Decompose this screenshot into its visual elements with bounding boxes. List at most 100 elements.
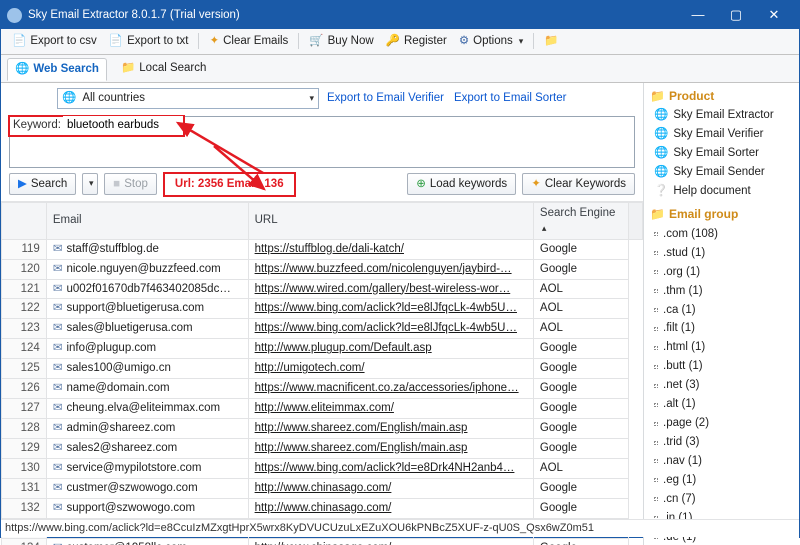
cell-url[interactable]: https://www.bing.com/aclick?ld=e8Drk4NH2… xyxy=(248,458,533,478)
cell-url[interactable]: https://www.wired.com/gallery/best-wirel… xyxy=(248,279,533,299)
vertical-scrollbar[interactable] xyxy=(628,202,642,239)
table-row[interactable]: 123✉sales@bluetigerusa.comhttps://www.bi… xyxy=(2,319,643,339)
keyword-textarea[interactable]: Keyword: xyxy=(9,116,635,168)
buy-now-label: Buy Now xyxy=(328,34,374,49)
group-item[interactable]: .page (2) xyxy=(654,414,799,433)
search-dropdown-button[interactable]: ▾ xyxy=(82,173,98,195)
export-txt-button[interactable]: 📄Export to txt xyxy=(104,32,194,51)
group-label: .html (1) xyxy=(663,340,705,355)
keyword-input[interactable] xyxy=(63,116,183,135)
cell-url[interactable]: https://www.bing.com/aclick?ld=e8lJfqcLk… xyxy=(248,319,533,339)
table-row[interactable]: 131✉custmer@szwowogo.comhttp://www.china… xyxy=(2,478,643,498)
cell-url[interactable]: http://www.chinasago.com/ xyxy=(248,538,533,545)
col-email[interactable]: Email xyxy=(46,202,248,239)
envelope-icon: ✉ xyxy=(53,402,63,414)
col-search-engine[interactable]: Search Engine ▴ xyxy=(533,202,628,239)
stop-button[interactable]: ■Stop xyxy=(104,173,157,195)
group-item[interactable]: .net (3) xyxy=(654,376,799,395)
bullet-icon xyxy=(654,384,658,388)
cell-url[interactable]: http://www.eliteimmax.com/ xyxy=(248,399,533,419)
cell-url[interactable]: http://www.chinasago.com/ xyxy=(248,478,533,498)
table-row[interactable]: 134✉customer@1958llc.comhttp://www.china… xyxy=(2,538,643,545)
maximize-button[interactable]: ▢ xyxy=(717,4,755,26)
load-keywords-button[interactable]: ⊕Load keywords xyxy=(407,173,516,195)
product-section-title: 📁Product xyxy=(650,89,793,105)
cell-email: ✉staff@stuffblog.de xyxy=(46,239,248,259)
tab-bar: 🌐Web Search 📁Local Search xyxy=(1,55,799,83)
table-row[interactable]: 129✉sales2@shareez.comhttp://www.shareez… xyxy=(2,439,643,459)
main-panel: 🌐 All countries ▾ Export to Email Verifi… xyxy=(1,83,643,545)
table-row[interactable]: 128✉admin@shareez.comhttp://www.shareez.… xyxy=(2,419,643,439)
group-item[interactable]: .trid (3) xyxy=(654,433,799,452)
export-csv-button[interactable]: 📄Export to csv xyxy=(7,32,102,51)
table-row[interactable]: 124✉info@plugup.comhttp://www.plugup.com… xyxy=(2,339,643,359)
tab-local-search[interactable]: 📁Local Search xyxy=(113,57,214,80)
cell-url[interactable]: https://www.macnificent.co.za/accessorie… xyxy=(248,379,533,399)
group-item[interactable]: .thm (1) xyxy=(654,282,799,301)
close-button[interactable]: ✕ xyxy=(755,4,793,26)
tab-web-search[interactable]: 🌐Web Search xyxy=(7,58,107,81)
clear-emails-button[interactable]: ✦Clear Emails xyxy=(204,32,293,51)
cell-url[interactable]: https://stuffblog.de/dali-katch/ xyxy=(248,239,533,259)
group-item[interactable]: .ca (1) xyxy=(654,301,799,320)
folder-button[interactable]: 📁 xyxy=(539,32,563,51)
cell-url[interactable]: http://www.shareez.com/English/main.asp xyxy=(248,419,533,439)
cell-search-engine: Google xyxy=(533,259,628,279)
table-row[interactable]: 132✉support@szwowogo.comhttp://www.china… xyxy=(2,498,643,518)
bullet-icon xyxy=(654,232,658,236)
search-button[interactable]: ▶Search xyxy=(9,173,76,195)
cell-url[interactable]: http://www.chinasago.com/ xyxy=(248,498,533,518)
table-row[interactable]: 120✉nicole.nguyen@buzzfeed.comhttps://ww… xyxy=(2,259,643,279)
group-item[interactable]: .org (1) xyxy=(654,263,799,282)
cell-search-engine: AOL xyxy=(533,279,628,299)
col-index[interactable] xyxy=(2,202,47,239)
buy-now-button[interactable]: 🛒Buy Now xyxy=(304,32,378,51)
options-label: Options xyxy=(473,34,513,49)
clear-keywords-button[interactable]: ✦Clear Keywords xyxy=(522,173,635,195)
cell-url[interactable]: http://www.plugup.com/Default.asp xyxy=(248,339,533,359)
group-item[interactable]: .alt (1) xyxy=(654,395,799,414)
cell-email: ✉support@szwowogo.com xyxy=(46,498,248,518)
register-button[interactable]: 🔑Register xyxy=(381,32,452,51)
load-keywords-label: Load keywords xyxy=(430,177,507,192)
table-row[interactable]: 122✉support@bluetigerusa.comhttps://www.… xyxy=(2,299,643,319)
product-item[interactable]: 🌐Sky Email Sorter xyxy=(654,144,799,163)
export-sorter-link[interactable]: Export to Email Sorter xyxy=(454,91,566,106)
globe-icon: 🌐 xyxy=(654,108,668,123)
group-item[interactable]: .butt (1) xyxy=(654,357,799,376)
group-item[interactable]: .stud (1) xyxy=(654,244,799,263)
cell-url[interactable]: http://www.shareez.com/English/main.asp xyxy=(248,439,533,459)
table-row[interactable]: 126✉name@domain.comhttps://www.macnifice… xyxy=(2,379,643,399)
minimize-button[interactable]: — xyxy=(679,4,717,26)
product-item[interactable]: 🌐 Sky Email Extractor xyxy=(654,106,799,125)
country-dropdown[interactable]: 🌐 All countries ▾ xyxy=(57,88,319,109)
group-item[interactable]: .cn (7) xyxy=(654,490,799,509)
cell-url[interactable]: http://umigotech.com/ xyxy=(248,359,533,379)
group-item[interactable]: .com (108) xyxy=(654,225,799,244)
product-label: Sky Email Extractor xyxy=(673,108,773,123)
product-item[interactable]: 🌐Sky Email Verifier xyxy=(654,125,799,144)
table-row[interactable]: 127✉cheung.elva@eliteimmax.comhttp://www… xyxy=(2,399,643,419)
group-item[interactable]: .html (1) xyxy=(654,338,799,357)
product-label: Sky Email Sorter xyxy=(673,146,759,161)
table-row[interactable]: 125✉sales100@umigo.cnhttp://umigotech.co… xyxy=(2,359,643,379)
envelope-icon: ✉ xyxy=(53,502,63,514)
export-verifier-link[interactable]: Export to Email Verifier xyxy=(327,91,444,106)
table-row[interactable]: 119✉staff@stuffblog.dehttps://stuffblog.… xyxy=(2,239,643,259)
table-row[interactable]: 130✉service@mypilotstore.comhttps://www.… xyxy=(2,458,643,478)
group-item[interactable]: .filt (1) xyxy=(654,319,799,338)
results-grid: Email URL Search Engine ▴ 119✉staff@stuf… xyxy=(1,201,643,545)
col-url[interactable]: URL xyxy=(248,202,533,239)
group-item[interactable]: .nav (1) xyxy=(654,452,799,471)
group-item[interactable]: .eg (1) xyxy=(654,471,799,490)
group-title-label: Email group xyxy=(669,207,738,223)
cell-url[interactable]: https://www.bing.com/aclick?ld=e8lJfqcLk… xyxy=(248,299,533,319)
options-button[interactable]: ⚙Options▾ xyxy=(454,32,528,51)
cell-url[interactable]: https://www.buzzfeed.com/nicolenguyen/ja… xyxy=(248,259,533,279)
product-item[interactable]: 🌐Sky Email Sender xyxy=(654,163,799,182)
cell-search-engine: Google xyxy=(533,339,628,359)
cell-search-engine: Google xyxy=(533,359,628,379)
table-row[interactable]: 121✉u002f01670db7f463402085dc@…https://w… xyxy=(2,279,643,299)
help-item[interactable]: ❔Help document xyxy=(654,182,799,201)
bullet-icon xyxy=(654,403,658,407)
